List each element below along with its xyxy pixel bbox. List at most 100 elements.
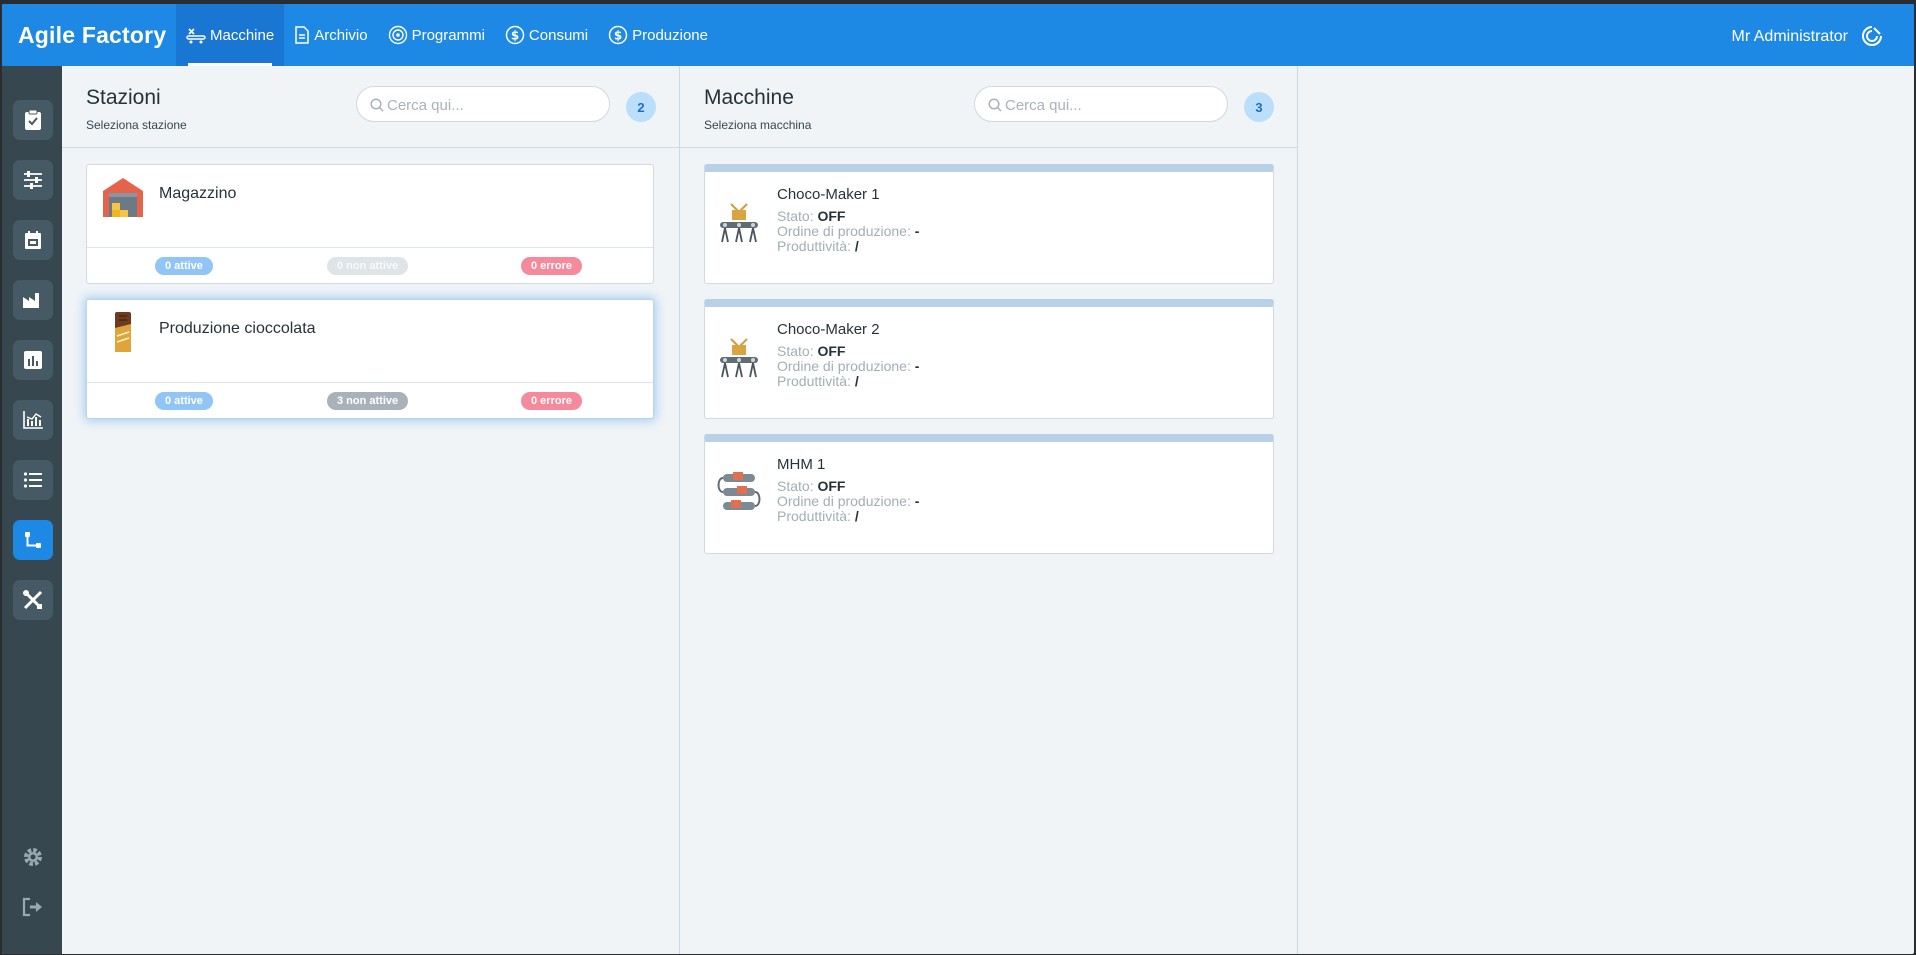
search-icon [370,98,384,112]
stations-header: Stazioni Seleziona stazione 2 [62,66,679,148]
nav-consumi[interactable]: $ Consumi [495,4,598,66]
inactive-count-badge: 3 non attive [327,392,409,410]
app-frame: Agile Factory Macchine Archivio Programm… [2,4,1914,954]
nav-archivio[interactable]: Archivio [284,4,377,66]
machine-order-line: Ordine di produzione: - [777,223,919,239]
sidebar-item-factory[interactable] [13,280,53,320]
order-label: Ordine di produzione: [777,493,911,509]
dollar-circle-icon: $ [608,25,628,45]
machines-count-badge: 3 [1244,92,1274,122]
productivity-value: / [854,238,859,254]
machines-header: Macchine Seleziona macchina 3 [680,66,1297,148]
target-icon [388,25,407,45]
machine-card-choco-maker-2[interactable]: Choco-Maker 2 Stato: OFF Ordine di produ… [704,299,1274,419]
user-name[interactable]: Mr Administrator [1732,28,1848,46]
search-icon [988,98,1002,112]
nav-programmi[interactable]: Programmi [378,4,495,66]
sidebar-item-calendar[interactable] [13,220,53,260]
sidebar-item-tasks[interactable] [13,100,53,140]
active-count-badge: 0 attive [155,257,213,275]
inactive-count-badge: 0 non attive [327,257,409,275]
productivity-label: Produttività: [777,373,851,389]
main-nav: Macchine Archivio Programmi $ Consumi $ … [176,4,718,66]
sidebar-settings[interactable] [18,842,48,872]
sidebar-item-reports[interactable] [13,340,53,380]
nav-macchine[interactable]: Macchine [176,4,285,66]
stations-panel: Stazioni Seleziona stazione 2 Magazzino … [62,66,680,954]
error-count-badge: 0 errore [521,392,582,410]
machine-card-choco-maker-1[interactable]: Choco-Maker 1 Stato: OFF Ordine di produ… [704,164,1274,284]
detail-area [1298,66,1914,954]
machine-productivity-line: Produttività: / [777,373,859,389]
sliders-icon [24,171,42,189]
machines-search[interactable] [974,86,1228,122]
svg-text:$: $ [511,29,519,43]
status-label: Stato: [777,478,814,494]
stations-count-badge: 2 [626,92,656,122]
sidebar-item-flow[interactable] [13,520,53,560]
sidebar-logout[interactable] [18,892,48,922]
machines-subtitle: Seleziona macchina [704,118,812,132]
list-icon [23,472,42,488]
station-status-bar: 0 attive 3 non attive 0 errore [87,382,653,418]
nav-produzione[interactable]: $ Produzione [598,4,718,66]
clipboard-check-icon [25,109,41,130]
productivity-value: / [854,508,859,524]
machine-productivity-line: Produttività: / [777,508,859,524]
stations-search[interactable] [356,86,610,122]
status-value: OFF [817,343,846,359]
sidebar-item-analytics[interactable] [13,400,53,440]
productivity-value: / [854,373,859,389]
svg-text:$: $ [614,29,622,43]
analytics-icon [23,411,43,429]
nav-label: Macchine [210,26,275,44]
gear-icon [24,848,42,866]
station-status-bar: 0 attive 0 non attive 0 errore [87,247,653,283]
logout-icon [22,897,42,917]
order-label: Ordine di produzione: [777,358,911,374]
app-title: Agile Factory [18,22,167,48]
sidebar [2,66,62,954]
stations-title: Stazioni [86,86,161,109]
productivity-label: Produttività: [777,238,851,254]
flow-icon [25,532,41,548]
order-label: Ordine di produzione: [777,223,911,239]
nav-label: Produzione [632,26,708,44]
status-value: OFF [817,208,846,224]
nav-label: Programmi [411,26,485,44]
machines-title: Macchine [704,86,794,109]
status-label: Stato: [777,208,814,224]
status-label: Stato: [777,343,814,359]
error-count-badge: 0 errore [521,257,582,275]
lift-machine-icon [717,472,761,510]
machine-status-line: Stato: OFF [777,478,845,494]
sidebar-item-tools[interactable] [13,580,53,620]
order-value: - [914,493,920,509]
dollar-circle-icon: $ [505,25,525,45]
machine-name: Choco-Maker 2 [777,321,880,338]
order-value: - [914,358,920,374]
conveyor-machine-icon [720,338,758,378]
user-logo-icon[interactable] [1860,24,1884,48]
stations-search-input[interactable] [387,95,597,115]
chocolate-bar-icon [115,312,131,352]
active-count-badge: 0 attive [155,392,213,410]
machine-order-line: Ordine di produzione: - [777,493,919,509]
station-card-produzione-cioccolata[interactable]: Produzione cioccolata 0 attive 3 non att… [86,299,654,419]
machine-card-mhm-1[interactable]: MHM 1 Stato: OFF Ordine di produzione: -… [704,434,1274,554]
sidebar-item-list[interactable] [13,460,53,500]
station-card-magazzino[interactable]: Magazzino 0 attive 0 non attive 0 errore [86,164,654,284]
top-bar: Agile Factory Macchine Archivio Programm… [2,4,1914,66]
machines-search-input[interactable] [1005,95,1215,115]
sidebar-item-settings-sliders[interactable] [13,160,53,200]
factory-icon [23,293,39,308]
machine-status-line: Stato: OFF [777,343,845,359]
archive-icon [295,26,309,44]
machine-order-line: Ordine di produzione: - [777,358,919,374]
order-value: - [914,223,920,239]
machine-name: MHM 1 [777,456,826,473]
nav-label: Consumi [528,26,589,44]
station-name: Produzione cioccolata [159,320,316,337]
machine-icon [186,28,206,44]
status-value: OFF [817,478,846,494]
